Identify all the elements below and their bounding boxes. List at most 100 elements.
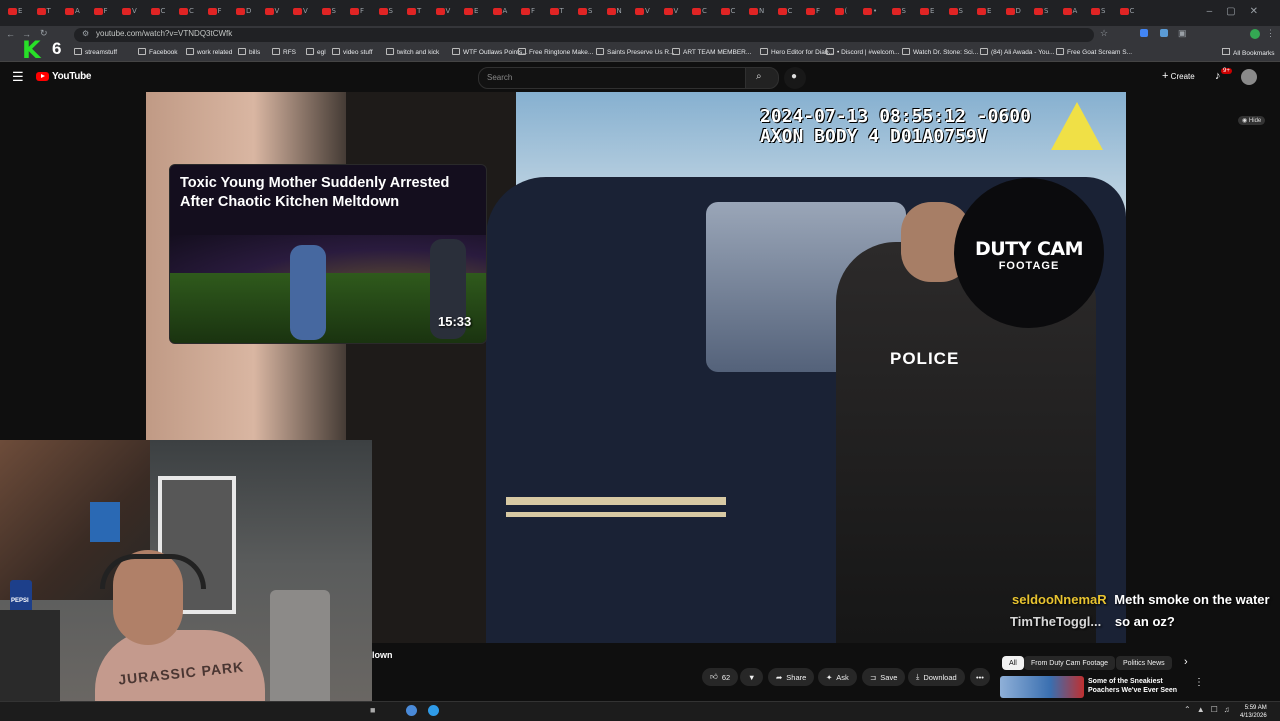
hide-button[interactable]: ◉ Hide (1238, 116, 1266, 125)
search-input[interactable]: Search (478, 67, 746, 89)
browser-tab[interactable]: N (749, 7, 764, 19)
bookmark-item[interactable]: (84) Ali Awada - You... (980, 48, 1054, 56)
chip-politics-news[interactable]: Politics News (1116, 656, 1172, 670)
menu-icon[interactable]: ☰ (12, 69, 24, 85)
browser-tab[interactable]: S (948, 7, 963, 19)
youtube-logo-text[interactable]: YouTube (52, 71, 92, 82)
chip-from-channel[interactable]: From Duty Cam Footage (1024, 656, 1116, 670)
browser-tab[interactable]: D (1005, 7, 1021, 19)
back-icon[interactable]: ← (6, 29, 15, 39)
browser-tab[interactable]: F (207, 7, 222, 19)
browser-tab[interactable]: T (549, 7, 564, 19)
browser-tab[interactable]: A (1062, 7, 1077, 19)
browser-tab[interactable]: V (635, 7, 650, 19)
browser-menu-icon[interactable]: ⋮ (1266, 28, 1275, 39)
youtube-logo-icon[interactable] (36, 72, 49, 81)
site-info-icon[interactable]: ⚙ (82, 29, 89, 38)
browser-tab[interactable]: N (606, 7, 622, 19)
chip-all[interactable]: All (1002, 656, 1024, 670)
chips-next-icon[interactable]: › (1184, 656, 1188, 668)
browser-tab[interactable]: F (806, 7, 820, 19)
window-controls[interactable]: –▢✕ (1207, 6, 1272, 17)
save-button[interactable]: ⊐ Save (862, 668, 906, 686)
browser-tab[interactable]: V (435, 7, 450, 19)
bookmark-item[interactable]: • Discord | #welcom... (826, 48, 899, 56)
browser-tab[interactable]: C (179, 7, 194, 19)
browser-tab[interactable]: S (1034, 7, 1048, 19)
video-title-partial[interactable]: lown (372, 650, 393, 660)
dislike-button[interactable]: ▼ (740, 668, 764, 686)
bookmark-item[interactable]: twitch and kick (386, 48, 439, 56)
bookmark-item[interactable]: RFS (272, 48, 296, 56)
browser-tab[interactable]: C (150, 7, 165, 19)
browser-tab[interactable]: V (264, 7, 279, 19)
browser-tab[interactable]: S (891, 7, 906, 19)
edge-icon[interactable] (428, 705, 439, 716)
end-card-video[interactable]: Toxic Young Mother Suddenly Arrested Aft… (169, 164, 487, 344)
bookmark-item[interactable]: WTF Outlaws Points... (452, 48, 528, 56)
bookmark-star-icon[interactable]: ☆ (1100, 28, 1108, 39)
extension-icon[interactable] (1140, 29, 1148, 37)
bookmark-item[interactable]: Facebook (138, 48, 178, 56)
more-actions-button[interactable]: ••• (970, 668, 990, 686)
extension-icon[interactable] (1160, 29, 1168, 37)
browser-tab[interactable]: • (863, 7, 877, 19)
suggested-title[interactable]: Some of the Sneakiest Poachers We've Eve… (1088, 677, 1177, 695)
browser-tab[interactable]: D (236, 7, 251, 19)
bookmark-item[interactable]: Watch Dr. Stone: Sci... (902, 48, 978, 56)
all-bookmarks[interactable]: All Bookmarks (1222, 48, 1275, 57)
browser-tab[interactable]: S (578, 7, 592, 19)
browser-tab[interactable]: E (977, 7, 991, 19)
taskbar-app-icon[interactable]: ■ (370, 705, 375, 715)
bookmark-item[interactable]: bills (238, 48, 260, 56)
browser-tab[interactable]: A (492, 7, 507, 19)
browser-tab[interactable]: S (321, 7, 336, 19)
extensions-puzzle-icon[interactable]: ▣ (1178, 28, 1187, 39)
browser-tab[interactable]: C (692, 7, 707, 19)
chrome-icon[interactable] (406, 705, 417, 716)
browser-tab[interactable]: F (521, 7, 535, 19)
voice-search-button[interactable]: ● (784, 67, 806, 89)
download-button[interactable]: ⤓ Download (908, 668, 965, 686)
bookmark-item[interactable]: Free Ringtone Make... (518, 48, 593, 56)
browser-tab[interactable]: S (1091, 7, 1105, 19)
browser-tab[interactable]: E (920, 7, 934, 19)
browser-tab[interactable]: C (1119, 7, 1134, 19)
search-button[interactable]: ⌕ (745, 67, 779, 89)
notifications-bell-icon[interactable]: ♪ (1215, 70, 1221, 82)
create-button[interactable]: + Create (1162, 70, 1195, 82)
browser-tab[interactable]: V (663, 7, 678, 19)
like-button[interactable]: 👍︎ 62 (702, 668, 739, 686)
browser-tab[interactable]: ( (834, 7, 847, 19)
browser-tab[interactable]: T (407, 7, 421, 19)
bookmark-item[interactable]: Saints Preserve Us R... (596, 48, 675, 56)
browser-tab[interactable]: V (293, 7, 308, 19)
address-url[interactable]: youtube.com/watch?v=VTNDQ3tCWfk (96, 29, 232, 38)
browser-tab[interactable]: F (350, 7, 364, 19)
suggested-menu-icon[interactable]: ⋮ (1194, 677, 1204, 688)
bookmark-item[interactable]: work related (186, 48, 232, 56)
bookmark-item[interactable]: Free Goat Scream S... (1056, 48, 1132, 56)
bookmark-item[interactable]: video stuff (332, 48, 373, 56)
channel-watermark[interactable]: DUTY CAM FOOTAGE (954, 178, 1104, 328)
bookmark-item[interactable]: streamstuff (74, 48, 117, 56)
browser-tab[interactable]: S (378, 7, 393, 19)
browser-tab[interactable]: V (122, 7, 137, 19)
share-button[interactable]: ➦ Share (768, 668, 815, 686)
profile-avatar[interactable] (1250, 29, 1260, 39)
browser-tab[interactable]: E (464, 7, 478, 19)
bookmark-item[interactable]: Hero Editor for Diab... (760, 48, 834, 56)
browser-tab[interactable]: C (720, 7, 735, 19)
clock[interactable]: 5:59 AM 4/13/2026 (1240, 704, 1267, 720)
browser-tab[interactable]: F (93, 7, 108, 19)
browser-tab[interactable]: A (65, 7, 80, 19)
system-tray-icons[interactable]: ⌃▲☐♫ (1184, 705, 1236, 714)
browser-tab[interactable]: Е (8, 7, 22, 19)
bookmark-item[interactable]: egl (306, 48, 326, 56)
browser-tab[interactable]: C (777, 7, 792, 19)
account-avatar[interactable] (1241, 69, 1257, 85)
suggested-thumbnail[interactable] (1000, 676, 1084, 698)
bookmark-item[interactable]: ART TEAM MEMBER... (672, 48, 751, 56)
ask-button[interactable]: ✦ Ask (818, 668, 857, 686)
browser-tab[interactable]: T (36, 7, 51, 19)
